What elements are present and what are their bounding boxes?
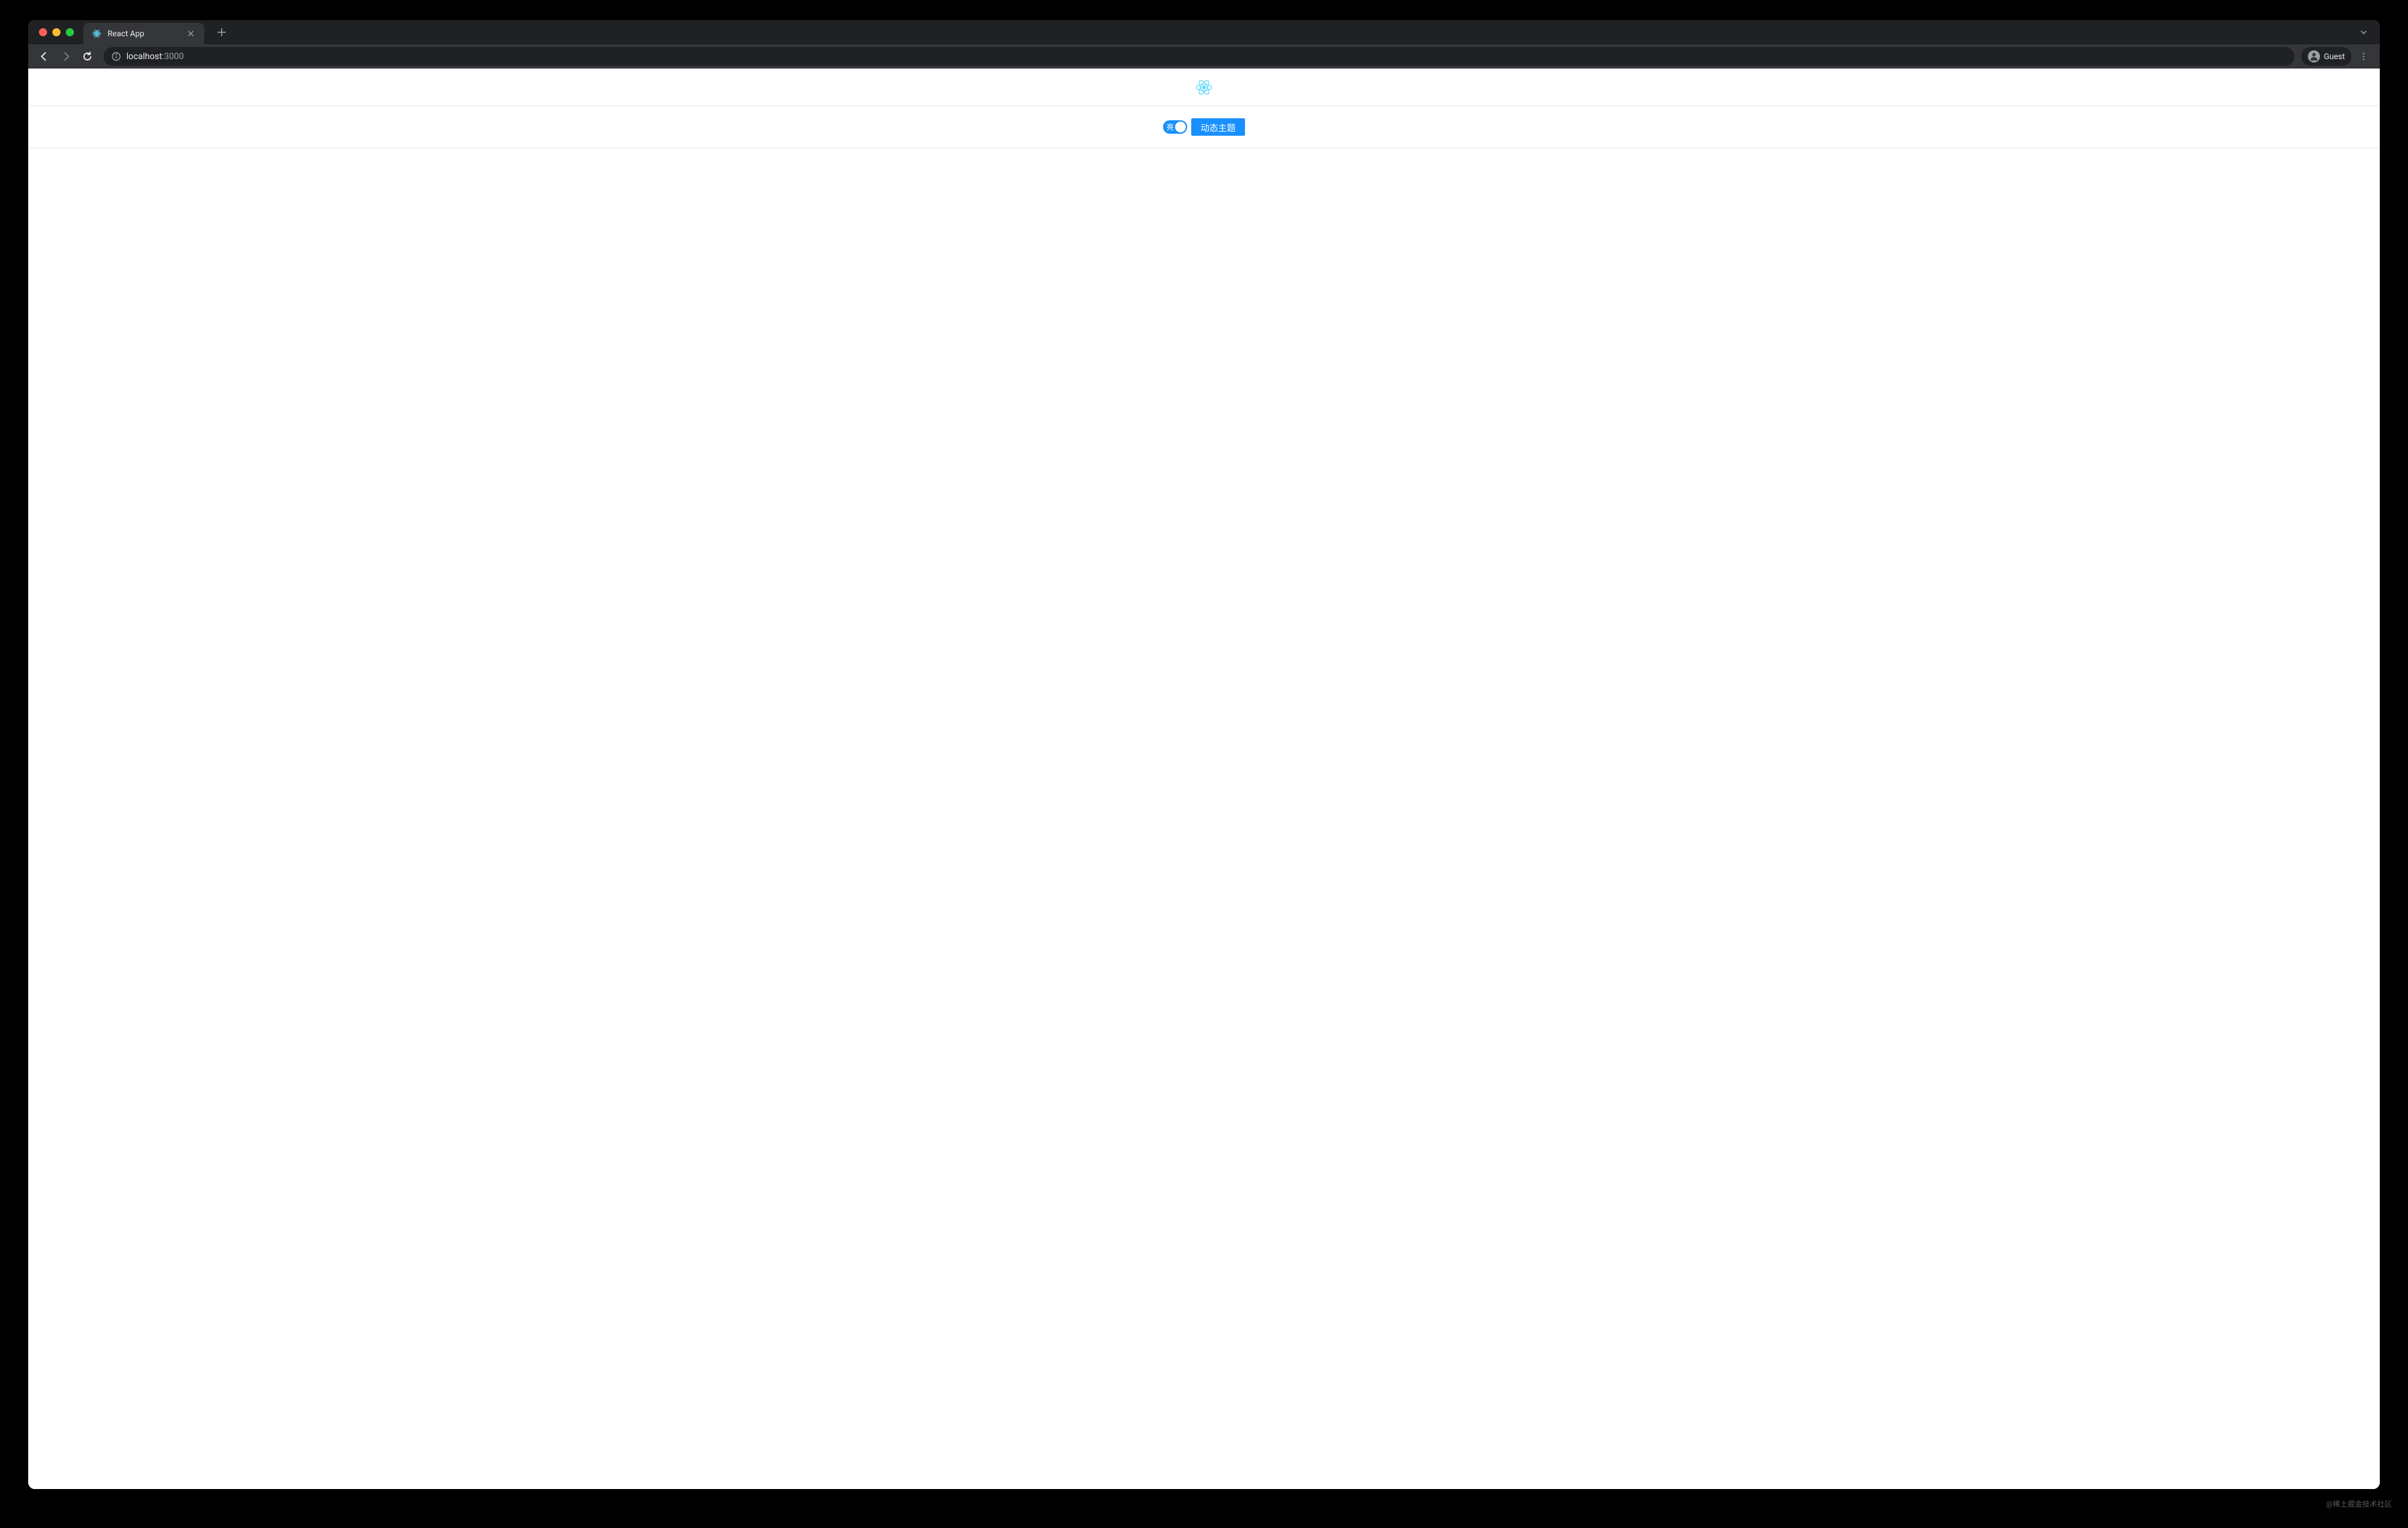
tab-bar: React App (28, 20, 2380, 44)
reload-button[interactable] (78, 47, 97, 66)
profile-label: Guest (2324, 52, 2345, 61)
new-tab-button[interactable] (212, 23, 231, 42)
url-text: localhost:3000 (126, 52, 184, 62)
react-favicon-icon (91, 28, 102, 39)
toggle-label: 亮 (1166, 122, 1174, 132)
browser-chrome: React App (28, 20, 2380, 69)
page-content: 亮 动态主题 (28, 69, 2380, 1489)
browser-menu-button[interactable] (2354, 47, 2373, 66)
toggle-knob (1175, 122, 1186, 132)
window-maximize-button[interactable] (66, 28, 74, 36)
traffic-lights (39, 28, 74, 36)
nav-bar: localhost:3000 Guest (28, 44, 2380, 69)
window-minimize-button[interactable] (52, 28, 60, 36)
browser-tab[interactable]: React App (83, 23, 204, 44)
react-logo-icon (1195, 78, 1213, 97)
profile-button[interactable]: Guest (2301, 47, 2352, 66)
app-header (28, 69, 2380, 106)
tab-title: React App (108, 29, 180, 38)
forward-button[interactable] (56, 47, 75, 66)
profile-avatar-icon (2308, 50, 2320, 62)
theme-toggle-switch[interactable]: 亮 (1163, 120, 1187, 134)
url-host: localhost (126, 52, 162, 62)
address-bar[interactable]: localhost:3000 (103, 47, 2294, 66)
site-info-icon[interactable] (112, 52, 121, 61)
back-button[interactable] (35, 47, 54, 66)
watermark-text: @稀土掘金技术社区 (2326, 1498, 2392, 1509)
tab-dropdown-button[interactable] (2354, 26, 2373, 39)
window-close-button[interactable] (39, 28, 47, 36)
controls-row: 亮 动态主题 (28, 106, 2380, 148)
url-port: :3000 (162, 52, 183, 62)
dynamic-theme-button[interactable]: 动态主题 (1191, 118, 1245, 136)
tab-close-icon[interactable] (185, 28, 196, 39)
browser-window: React App (28, 20, 2380, 1489)
